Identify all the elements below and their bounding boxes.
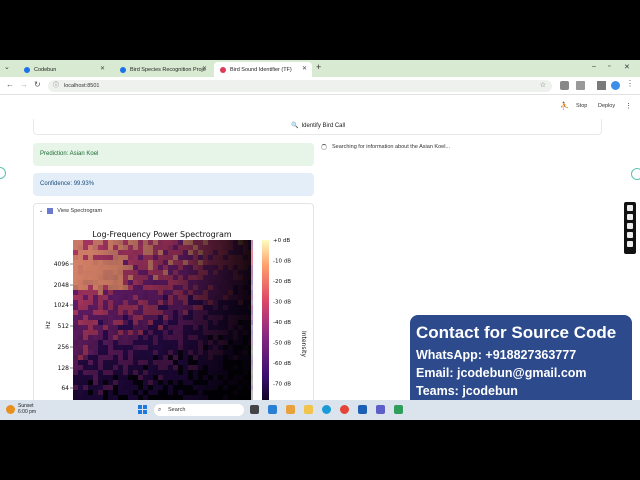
chrome-icon[interactable]: [340, 405, 349, 414]
bookmark-star-icon[interactable]: ☆: [540, 80, 546, 92]
app-header: ⛹ Stop Deploy ⋮: [0, 96, 640, 116]
taskbar: Sunset 6:00 pm ⌕ Search: [0, 400, 640, 420]
new-tab-icon[interactable]: +: [316, 62, 321, 72]
contact-email: Email: jcodebun@gmail.com: [416, 366, 587, 380]
window-close-icon[interactable]: ✕: [624, 63, 630, 71]
tab-close-icon[interactable]: ✕: [100, 65, 105, 72]
tab-favicon-icon: [120, 66, 126, 73]
app-icon[interactable]: [394, 405, 403, 414]
deploy-button[interactable]: Deploy: [598, 103, 615, 109]
tab-list-icon[interactable]: ⌄: [4, 63, 10, 71]
screen: Codebun ✕ Bird Species Recognition Proje…: [0, 60, 640, 420]
search-icon: ⌕: [158, 407, 162, 413]
chart-icon: [47, 208, 54, 214]
camera-extension-icon[interactable]: [560, 81, 569, 90]
tab-title: Bird Species Recognition Proje: [130, 66, 206, 73]
teams-icon[interactable]: [376, 405, 385, 414]
contact-title: Contact for Source Code: [416, 323, 617, 342]
task-view-icon[interactable]: [250, 405, 259, 414]
prediction-alert: Prediction: Asian Koel: [33, 143, 314, 166]
colorbar-label: Intensity: [300, 331, 307, 358]
recorder-toolbar[interactable]: [624, 202, 636, 254]
contact-whatsapp: WhatsApp: +918827363777: [416, 348, 577, 362]
identify-bird-call-button[interactable]: 🔍 Identify Bird Call: [291, 122, 346, 130]
tab-title: Codebun: [34, 66, 57, 73]
taskbar-search[interactable]: ⌕ Search: [154, 404, 244, 416]
address-bar[interactable]: ⓘ localhost:8501 ☆: [48, 80, 552, 92]
copilot-icon[interactable]: [286, 405, 295, 414]
y-tick-label: 64: [61, 385, 69, 392]
tab-bird-species[interactable]: Bird Species Recognition Proje ✕: [114, 62, 212, 77]
spinner-icon: [321, 144, 327, 150]
contact-teams: Teams: jcodebun: [416, 384, 518, 398]
stop-button[interactable]: Stop: [576, 103, 587, 109]
expander-label: View Spectrogram: [57, 208, 103, 214]
browser-menu-icon[interactable]: ⋮: [626, 79, 634, 88]
colorbar-tick-label: -60 dB: [273, 361, 291, 367]
y-axis-label: Hz: [45, 321, 52, 329]
profile-avatar[interactable]: [611, 81, 620, 90]
colorbar-tick-label: -10 dB: [273, 259, 291, 265]
searching-status: Searching for information about the Asia…: [321, 144, 450, 150]
chevron-down-icon: ⌄: [39, 208, 44, 214]
spectrogram-plot-area: [73, 240, 253, 410]
site-info-icon[interactable]: ⓘ: [53, 80, 59, 92]
minimize-icon[interactable]: –: [592, 63, 596, 70]
tab-close-icon[interactable]: ✕: [302, 65, 307, 72]
y-tick-label: 256: [58, 344, 70, 351]
tab-title: Bird Sound Identifier (TF): [230, 66, 292, 73]
colorbar-tick-label: -50 dB: [273, 341, 291, 347]
download-icon[interactable]: [597, 81, 606, 90]
store-icon[interactable]: [268, 405, 277, 414]
tab-close-icon[interactable]: ✕: [202, 65, 207, 72]
colorbar-tick-label: +0 dB: [273, 238, 290, 244]
confidence-alert: Confidence: 99.93%: [33, 173, 314, 196]
tab-favicon-icon: [24, 66, 30, 73]
colorbar-tick-label: -40 dB: [273, 320, 291, 326]
y-tick-label: 2048: [54, 282, 69, 289]
y-tick-label: 4096: [54, 261, 69, 268]
forward-icon[interactable]: →: [20, 80, 28, 89]
recording-indicator-left: [0, 167, 6, 179]
edge-icon[interactable]: [322, 405, 331, 414]
taskbar-search-label: Search: [168, 407, 186, 413]
expander-header[interactable]: ⌄ View Spectrogram: [39, 208, 102, 214]
y-tick-label: 128: [58, 365, 70, 372]
y-tick-label: 512: [58, 323, 70, 330]
colorbar-tick-label: -70 dB: [273, 382, 291, 388]
tab-bird-sound-identifier[interactable]: Bird Sound Identifier (TF) ✕: [214, 62, 312, 77]
colorbar-tick-label: -30 dB: [273, 300, 291, 306]
chart-title: Log-Frequency Power Spectrogram: [92, 230, 232, 239]
identify-label: Identify Bird Call: [301, 122, 346, 129]
searching-text: Searching for information about the Asia…: [332, 144, 451, 150]
file-explorer-icon[interactable]: [304, 405, 313, 414]
reload-icon[interactable]: ↻: [34, 80, 41, 89]
magnifier-icon: 🔍: [291, 123, 299, 129]
spectrogram-chart: Log-Frequency Power Spectrogram 4096 2048…: [45, 230, 307, 410]
colorbar: [262, 240, 269, 410]
sunset-icon: [6, 404, 15, 414]
weather-time: 6:00 pm: [18, 409, 37, 415]
back-icon[interactable]: ←: [6, 80, 14, 89]
start-button[interactable]: [138, 405, 148, 415]
main-menu-icon[interactable]: ⋮: [625, 102, 632, 110]
browser-tab-strip: Codebun ✕ Bird Species Recognition Proje…: [0, 60, 640, 77]
vscode-icon[interactable]: [358, 405, 367, 414]
url-text: localhost:8501: [64, 83, 100, 89]
weather-widget[interactable]: Sunset 6:00 pm: [6, 403, 36, 415]
recording-indicator-right: [631, 168, 640, 180]
y-tick-label: 1024: [54, 302, 69, 309]
identify-container: 🔍 Identify Bird Call: [33, 119, 602, 135]
colorbar-tick-label: -20 dB: [273, 279, 291, 285]
running-man-icon: ⛹: [560, 103, 569, 110]
browser-toolbar: ← → ↻ ⓘ localhost:8501 ☆ ⋮: [0, 77, 640, 95]
extensions-icon[interactable]: [576, 81, 585, 90]
maximize-icon[interactable]: ▫: [608, 63, 610, 70]
tab-favicon-icon: [220, 66, 226, 73]
tab-codebun[interactable]: Codebun ✕: [18, 62, 110, 77]
